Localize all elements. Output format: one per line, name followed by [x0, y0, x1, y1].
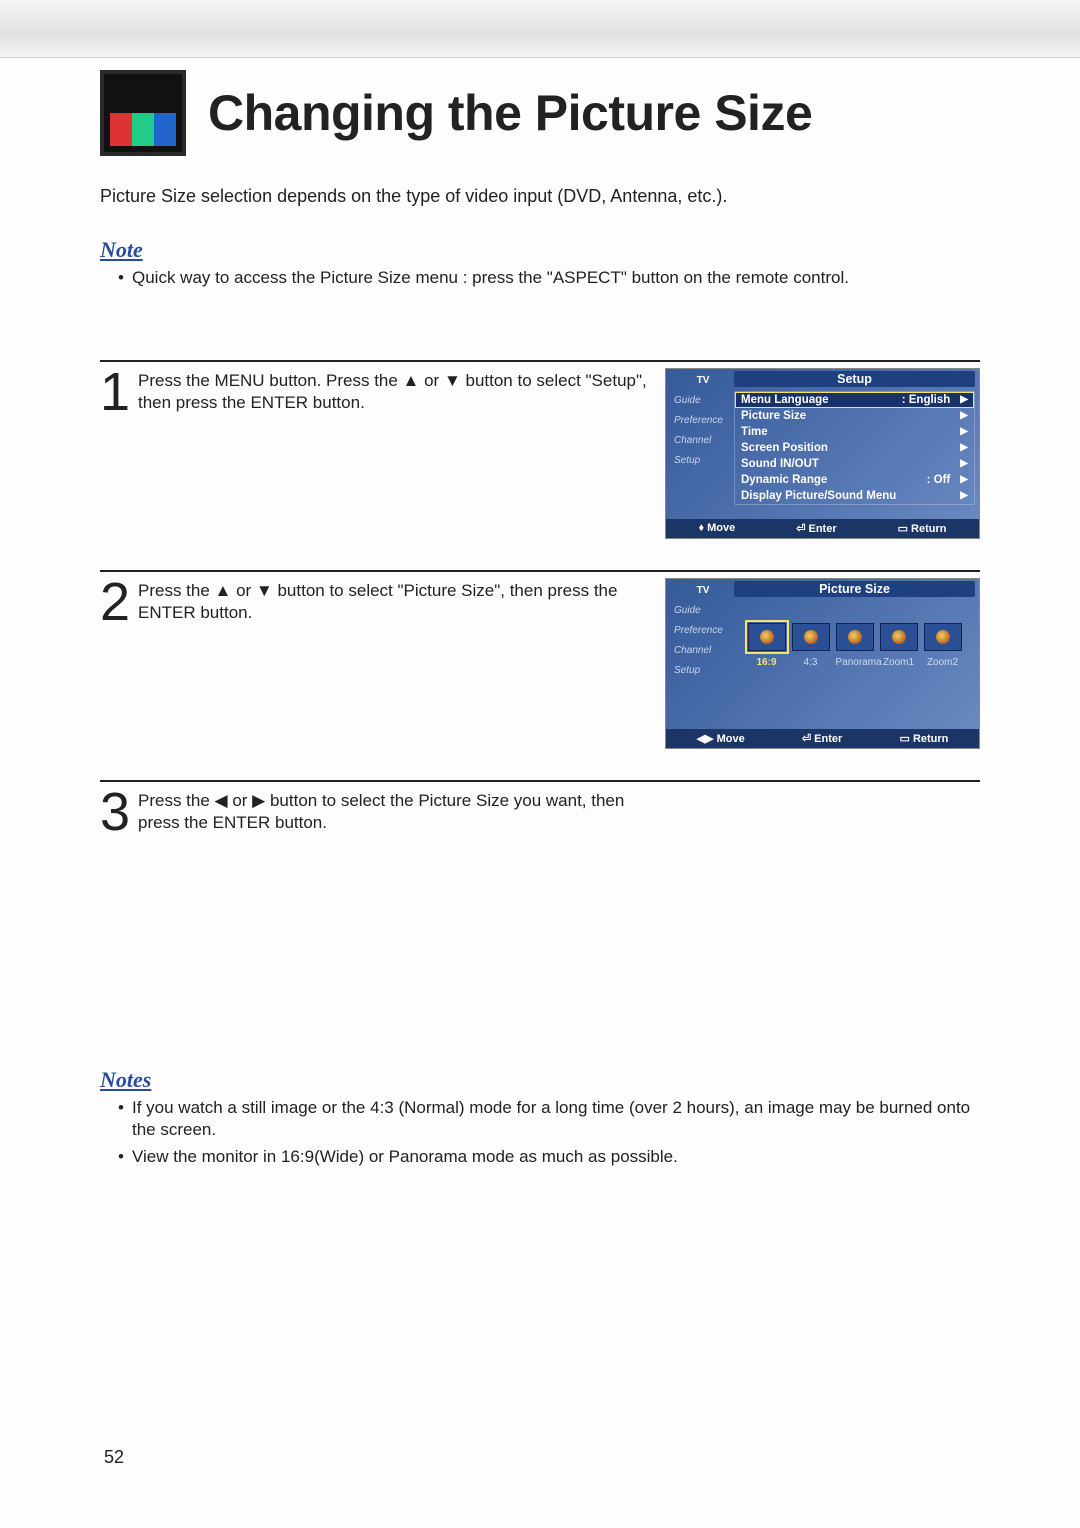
- step-text: Press the ▲ or ▼ button to select "Pictu…: [138, 578, 665, 624]
- hint-return: ▭ Return: [899, 732, 948, 745]
- picsize-options: [734, 623, 975, 651]
- title-row: Changing the Picture Size: [100, 70, 980, 156]
- picsize-label: Panorama: [836, 657, 874, 668]
- menu-item-dynamic-range[interactable]: Dynamic Range: Off▶: [735, 472, 974, 488]
- osd-side-tabs: TV Guide Preference Channel Setup: [666, 579, 734, 729]
- note-heading: Note: [100, 237, 980, 263]
- step-row: 3 Press the ◀ or ▶ button to select the …: [100, 780, 980, 837]
- menu-item-screen-position[interactable]: Screen Position▶: [735, 440, 974, 456]
- osd-hint-bar: ◀▶ Move ⏎ Enter ▭ Return: [666, 729, 979, 748]
- hint-enter: ⏎ Enter: [796, 522, 836, 535]
- header-band: [0, 0, 1080, 58]
- picsize-label: Zoom1: [880, 657, 918, 668]
- hint-return: ▭ Return: [898, 522, 947, 535]
- note-block: Note Quick way to access the Picture Siz…: [100, 237, 980, 290]
- picsize-label: 16:9: [748, 657, 786, 668]
- picsize-16-9[interactable]: [748, 623, 786, 651]
- hint-enter: ⏎ Enter: [802, 732, 842, 745]
- notes-heading: Notes: [100, 1067, 980, 1093]
- picsize-panorama[interactable]: [836, 623, 874, 651]
- picsize-4-3[interactable]: [792, 623, 830, 651]
- osd-menu-list: Menu Language: English▶ Picture Size▶ Ti…: [734, 391, 975, 505]
- step-text: Press the ◀ or ▶ button to select the Pi…: [138, 788, 665, 834]
- menu-item-picture-size[interactable]: Picture Size▶: [735, 408, 974, 424]
- osd-banner: Setup: [734, 371, 975, 387]
- picsize-zoom1[interactable]: [880, 623, 918, 651]
- menu-item-language[interactable]: Menu Language: English▶: [735, 392, 974, 408]
- step-text: Press the MENU button. Press the ▲ or ▼ …: [138, 368, 665, 414]
- notes-block: Notes If you watch a still image or the …: [100, 1067, 980, 1170]
- step-number: 3: [100, 788, 138, 837]
- menu-item-sound-io[interactable]: Sound IN/OUT▶: [735, 456, 974, 472]
- note-item: Quick way to access the Picture Size men…: [118, 267, 980, 290]
- menu-item-time[interactable]: Time▶: [735, 424, 974, 440]
- step-number: 1: [100, 368, 138, 417]
- notes-item: If you watch a still image or the 4:3 (N…: [118, 1097, 980, 1143]
- page-number: 52: [104, 1447, 124, 1468]
- picsize-label: 4:3: [792, 657, 830, 668]
- hint-move: ♦ Move: [698, 522, 735, 535]
- tv-icon: [100, 70, 186, 156]
- hint-move: ◀▶ Move: [697, 732, 745, 745]
- osd-setup-screenshot: TV Guide Preference Channel Setup Setup …: [665, 368, 980, 539]
- menu-item-display-ps-menu[interactable]: Display Picture/Sound Menu▶: [735, 488, 974, 504]
- osd-side-tabs: TV Guide Preference Channel Setup: [666, 369, 734, 519]
- osd-hint-bar: ♦ Move ⏎ Enter ▭ Return: [666, 519, 979, 538]
- osd-banner: Picture Size: [734, 581, 975, 597]
- notes-item: View the monitor in 16:9(Wide) or Panora…: [118, 1146, 980, 1169]
- step-row: 2 Press the ▲ or ▼ button to select "Pic…: [100, 570, 980, 760]
- picsize-zoom2[interactable]: [924, 623, 962, 651]
- osd-picsize-screenshot: TV Guide Preference Channel Setup Pictur…: [665, 578, 980, 749]
- step-number: 2: [100, 578, 138, 627]
- step-row: 1 Press the MENU button. Press the ▲ or …: [100, 360, 980, 550]
- picsize-label: Zoom2: [924, 657, 962, 668]
- intro-text: Picture Size selection depends on the ty…: [100, 186, 980, 207]
- page-title: Changing the Picture Size: [208, 84, 812, 142]
